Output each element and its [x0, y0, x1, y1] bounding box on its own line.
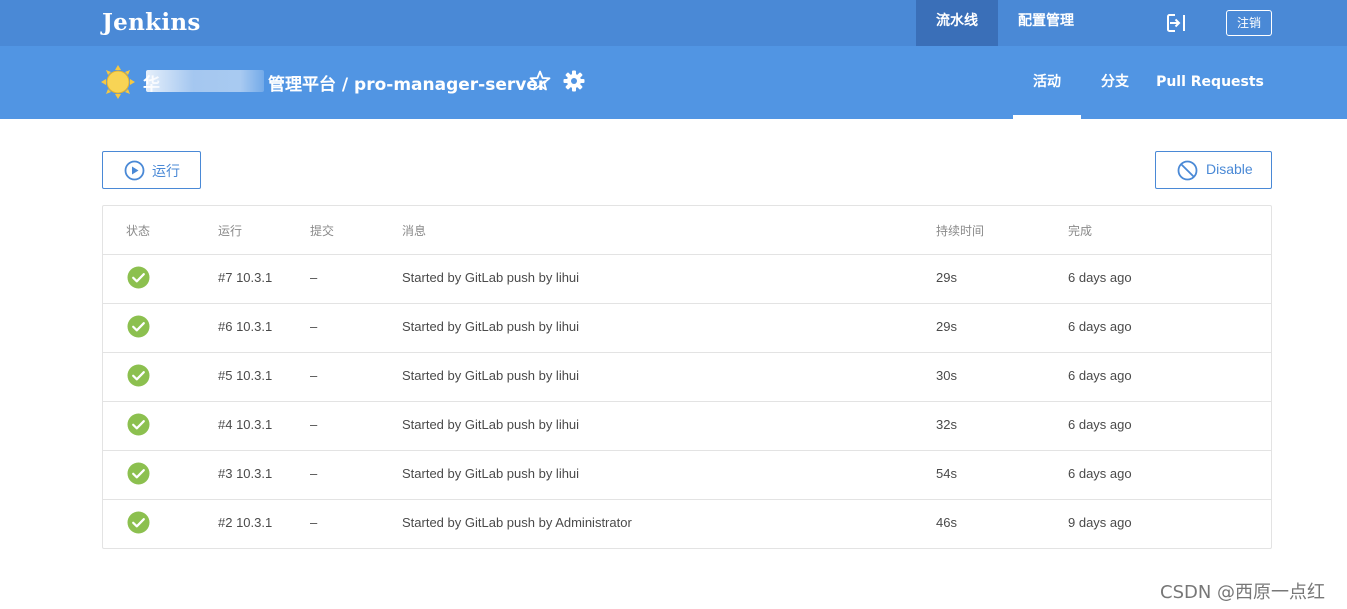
run-id[interactable]: #2 10.3.1: [218, 515, 278, 530]
commit-id: –: [310, 417, 318, 432]
watermark: CSDN @西原一点红: [1160, 582, 1326, 603]
run-completed: 6 days ago: [1068, 466, 1132, 481]
run-completed: 9 days ago: [1068, 515, 1132, 530]
run-duration: 32s: [936, 417, 957, 432]
column-header-completed: 完成: [1068, 224, 1093, 238]
run-duration: 29s: [936, 270, 957, 285]
run-duration: 54s: [936, 466, 957, 481]
run-message: Started by GitLab push by lihui: [402, 417, 580, 432]
disable-button[interactable]: Disable: [1155, 151, 1272, 189]
run-button[interactable]: 运行: [102, 151, 201, 189]
column-header-duration: 持续时间: [936, 224, 985, 238]
logout-button[interactable]: 注销: [1226, 10, 1272, 36]
play-circle-icon: [124, 160, 145, 181]
table-row[interactable]: #7 10.3.1 – Started by GitLab push by li…: [103, 255, 1271, 304]
column-header-status: 状态: [126, 224, 151, 238]
table-row[interactable]: #4 10.3.1 – Started by GitLab push by li…: [103, 402, 1271, 451]
check-circle-icon: [127, 413, 150, 436]
activity-table: 状态 运行 提交 消息 持续时间 完成 #7 10.3.1 – Started …: [102, 205, 1272, 549]
table-row[interactable]: #3 10.3.1 – Started by GitLab push by li…: [103, 451, 1271, 500]
disable-button-label: Disable: [1206, 161, 1253, 177]
run-id[interactable]: #7 10.3.1: [218, 270, 278, 285]
run-id[interactable]: #5 10.3.1: [218, 368, 278, 383]
table-row[interactable]: #5 10.3.1 – Started by GitLab push by li…: [103, 353, 1271, 402]
run-duration: 29s: [936, 319, 957, 334]
tab-branches[interactable]: 分支: [1088, 46, 1142, 119]
check-circle-icon: [127, 315, 150, 338]
run-id[interactable]: #4 10.3.1: [218, 417, 278, 432]
gear-icon[interactable]: [563, 70, 585, 92]
run-id[interactable]: #6 10.3.1: [218, 319, 278, 334]
nav-pipelines[interactable]: 流水线: [916, 0, 998, 46]
check-circle-icon: [127, 364, 150, 387]
run-message: Started by GitLab push by lihui: [402, 466, 580, 481]
column-header-run: 运行: [218, 224, 243, 238]
run-message: Started by GitLab push by lihui: [402, 319, 580, 334]
table-header: 状态 运行 提交 消息 持续时间 完成: [103, 206, 1271, 255]
redacted-text-block: [146, 70, 264, 92]
commit-id: –: [310, 270, 318, 285]
star-outline-icon[interactable]: [529, 70, 551, 92]
sun-weather-icon: [101, 65, 135, 99]
run-completed: 6 days ago: [1068, 417, 1132, 432]
run-completed: 6 days ago: [1068, 368, 1132, 383]
table-row[interactable]: #2 10.3.1 – Started by GitLab push by Ad…: [103, 500, 1271, 549]
check-circle-icon: [127, 462, 150, 485]
nav-config-management[interactable]: 配置管理: [1004, 0, 1088, 46]
column-header-message: 消息: [402, 224, 427, 238]
project-header: 华 管理平台 / pro-manager-server 活动 分支 Pull R…: [0, 46, 1347, 119]
sign-out-icon[interactable]: [1165, 12, 1187, 34]
run-message: Started by GitLab push by lihui: [402, 270, 580, 285]
commit-id: –: [310, 466, 318, 481]
run-id[interactable]: #3 10.3.1: [218, 466, 278, 481]
top-nav-bar: Jenkins 流水线 配置管理 注销: [0, 0, 1347, 46]
run-message: Started by GitLab push by lihui: [402, 368, 580, 383]
commit-id: –: [310, 368, 318, 383]
table-row[interactable]: #6 10.3.1 – Started by GitLab push by li…: [103, 304, 1271, 353]
run-duration: 30s: [936, 368, 957, 383]
ban-icon: [1177, 160, 1198, 181]
commit-id: –: [310, 319, 318, 334]
project-breadcrumb-title[interactable]: 管理平台 / pro-manager-server: [268, 70, 546, 95]
check-circle-icon: [127, 266, 150, 289]
jenkins-logo[interactable]: Jenkins: [102, 9, 201, 36]
run-duration: 46s: [936, 515, 957, 530]
run-completed: 6 days ago: [1068, 319, 1132, 334]
run-completed: 6 days ago: [1068, 270, 1132, 285]
commit-id: –: [310, 515, 318, 530]
run-message: Started by GitLab push by Administrator: [402, 515, 632, 530]
run-button-label: 运行: [152, 164, 180, 180]
column-header-commit: 提交: [310, 224, 335, 238]
check-circle-icon: [127, 511, 150, 534]
tab-pull-requests[interactable]: Pull Requests: [1156, 46, 1264, 119]
tab-activity[interactable]: 活动: [1013, 46, 1081, 119]
